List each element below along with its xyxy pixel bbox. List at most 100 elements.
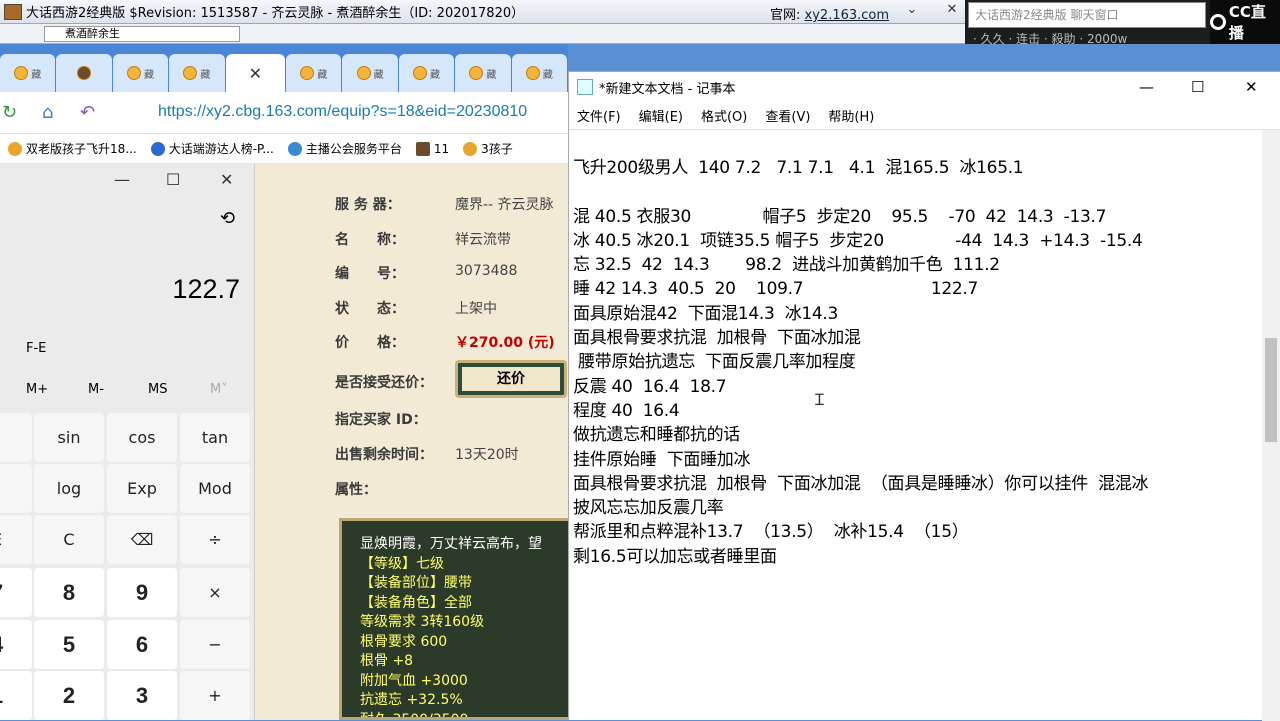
bookmark-icon (8, 141, 22, 156)
calc-key[interactable]: ⌫ (107, 515, 177, 564)
item-prop: 耐久 3500/3500 (360, 711, 469, 720)
item-prop: 抗遗忘 +32.5% (360, 692, 463, 708)
character-select[interactable]: 煮酒醉余生 (44, 26, 240, 42)
bookmark-item[interactable]: 11 (415, 141, 449, 156)
menu-view[interactable]: 查看(V) (765, 106, 810, 125)
calc-key[interactable]: sin (34, 413, 104, 462)
notepad-maximize-icon[interactable]: ☐ (1191, 78, 1204, 96)
browser-tab[interactable]: 藏 (112, 54, 169, 92)
calc-key[interactable]: log (34, 464, 104, 513)
item-prop: 附加气血 +3000 (360, 672, 468, 689)
close-icon[interactable]: ✕ (942, 2, 962, 20)
menu-format[interactable]: 格式(O) (701, 106, 747, 125)
price-value: ￥270.00 (元) (455, 335, 555, 351)
browser-tab[interactable]: 藏 (398, 54, 455, 92)
minimize-icon[interactable]: ⌄ (902, 2, 922, 20)
counter-offer-button[interactable]: 还价 (455, 360, 567, 398)
calc-key[interactable]: C (34, 515, 104, 564)
game-app-icon (4, 3, 22, 20)
calc-key[interactable]: cos (107, 413, 177, 462)
calc-key[interactable]: + (180, 671, 250, 720)
fe-toggle[interactable]: F-E (26, 341, 46, 356)
tab-favicon-icon (469, 66, 484, 80)
calc-key[interactable]: Mod (180, 464, 250, 513)
notepad-line: 剩16.5可以加忘或者睡里面 (573, 546, 777, 567)
calculator-window: — ☐ ✕ ⟲ 122.7 F-E M+ M- MS M˅ ʸsincostan… (0, 164, 255, 720)
notepad-close-icon[interactable]: ✕ (1245, 78, 1258, 96)
menu-file[interactable]: 文件(F) (577, 106, 621, 125)
calc-key[interactable]: ʸ (0, 413, 32, 462)
notepad-line: 面具根骨要求抗混 加根骨 下面冰加混 （面具是睡睡冰）你可以挂件 混混冰 (573, 473, 1149, 494)
calc-key[interactable]: 7 (0, 568, 32, 617)
browser-tab-active[interactable]: ✕ (225, 54, 285, 92)
text-cursor-icon: Ɪ (815, 390, 824, 409)
bookmark-item[interactable]: 主播公会服务平台 (287, 140, 402, 157)
tab-favicon-icon (300, 66, 315, 80)
refresh-icon[interactable]: ↻ (2, 102, 17, 123)
equip-listing-page: 服 务 器： 魔界-- 齐云灵脉 名 称： 祥云流带 编 号： 3073488 状 态… (255, 164, 568, 720)
calc-key[interactable]: − (180, 620, 250, 669)
calc-key[interactable]: 3 (107, 671, 177, 720)
calc-key[interactable]: E (0, 515, 32, 564)
calc-key[interactable]: 2 (34, 671, 104, 720)
bookmark-item[interactable]: 大话端游达人榜-P... (150, 140, 274, 157)
official-site-label: 官网: xy2.163.com (770, 8, 890, 23)
item-prop: 【装备角色】全部 (360, 594, 472, 611)
calc-key[interactable]: 9 (107, 568, 177, 617)
browser-tab[interactable]: 藏 (169, 54, 225, 92)
browser-tab[interactable]: 藏 (511, 54, 568, 92)
notepad-minimize-icon[interactable]: — (1139, 78, 1154, 96)
item-description: 显焕明霞，万丈祥云高布，望 (360, 536, 542, 552)
item-prop: 【装备部位】腰带 (360, 575, 472, 591)
calc-key[interactable]: 6 (107, 620, 177, 669)
memory-store-button[interactable]: MS (148, 382, 167, 397)
field-buyer-id: 指定买家 ID： (335, 412, 427, 428)
address-bar[interactable]: https://xy2.cbg.163.com/equip?s=18&eid=2… (158, 103, 527, 121)
notepad-text-area[interactable]: 飞升200级男人 140 7.2 7.1 7.1 4.1 混165.5 冰165… (573, 156, 1149, 569)
calc-maximize-icon[interactable]: ☐ (166, 170, 180, 189)
browser-tab[interactable]: 藏 (455, 54, 511, 92)
scrollbar-thumb[interactable] (1265, 338, 1277, 442)
notepad-line (573, 180, 1148, 204)
chat-window-input[interactable]: 大话西游2经典版 聊天窗口 (968, 2, 1206, 28)
vertical-scrollbar[interactable] (1262, 130, 1280, 721)
game-ticker: · 久久 · 连击 · 殺助 · 2000w (973, 32, 1128, 46)
notepad-line: 程度 40 16.4 (573, 400, 680, 421)
browser-tab[interactable]: 藏 (285, 54, 342, 92)
browser-tab[interactable]: 藏 (342, 54, 398, 92)
bookmark-item[interactable]: 双老版孩子飞升18... (8, 140, 137, 157)
game-toolbar: 煮酒醉余生 (0, 24, 965, 44)
bookmark-icon (463, 141, 478, 156)
browser-tab[interactable]: 藏 (0, 54, 56, 92)
tab-favicon-icon (14, 66, 29, 80)
calc-key[interactable]: ÷ (180, 515, 250, 564)
notepad-line: 腰带原始抗遗忘 下面反震几率加程度 (573, 352, 856, 373)
home-icon[interactable]: ⌂ (42, 102, 53, 123)
bookmark-item[interactable]: 3孩子 (463, 140, 513, 157)
calc-key[interactable]: tan (180, 413, 250, 462)
memory-list-button[interactable]: M˅ (210, 382, 228, 397)
calc-close-icon[interactable]: ✕ (220, 170, 233, 189)
browser-tab-bar: 藏 藏 藏 ✕ 藏 藏 藏 藏 藏 (0, 44, 568, 92)
calc-key[interactable]: ˣ (0, 464, 32, 513)
browser-tab[interactable] (56, 54, 112, 92)
notepad-line: 披风忘忘加反震几率 (573, 498, 724, 519)
memory-subtract-button[interactable]: M- (88, 382, 104, 397)
official-site-link[interactable]: xy2.163.com (805, 8, 890, 23)
notepad-window: *新建文本文档 - 记事本 — ☐ ✕ 文件(F) 编辑(E) 格式(O) 查看… (568, 71, 1280, 721)
calc-key[interactable]: 1 (0, 671, 32, 720)
calc-key[interactable]: Exp (107, 464, 177, 513)
notepad-line: 面具根骨要求抗混 加根骨 下面冰加混 (573, 328, 861, 349)
calc-key[interactable]: × (180, 568, 250, 617)
calc-key[interactable]: 4 (0, 620, 32, 669)
memory-add-button[interactable]: M+ (26, 382, 48, 397)
menu-edit[interactable]: 编辑(E) (639, 106, 683, 125)
menu-help[interactable]: 帮助(H) (828, 106, 874, 125)
tab-close-icon[interactable]: ✕ (249, 64, 262, 83)
calc-minimize-icon[interactable]: — (114, 170, 130, 189)
calc-key[interactable]: 5 (34, 620, 104, 669)
calc-key[interactable]: 8 (34, 568, 104, 617)
item-prop: 根骨要求 600 (360, 633, 448, 650)
undo-icon[interactable]: ↶ (80, 102, 95, 123)
history-icon[interactable]: ⟲ (220, 208, 235, 229)
